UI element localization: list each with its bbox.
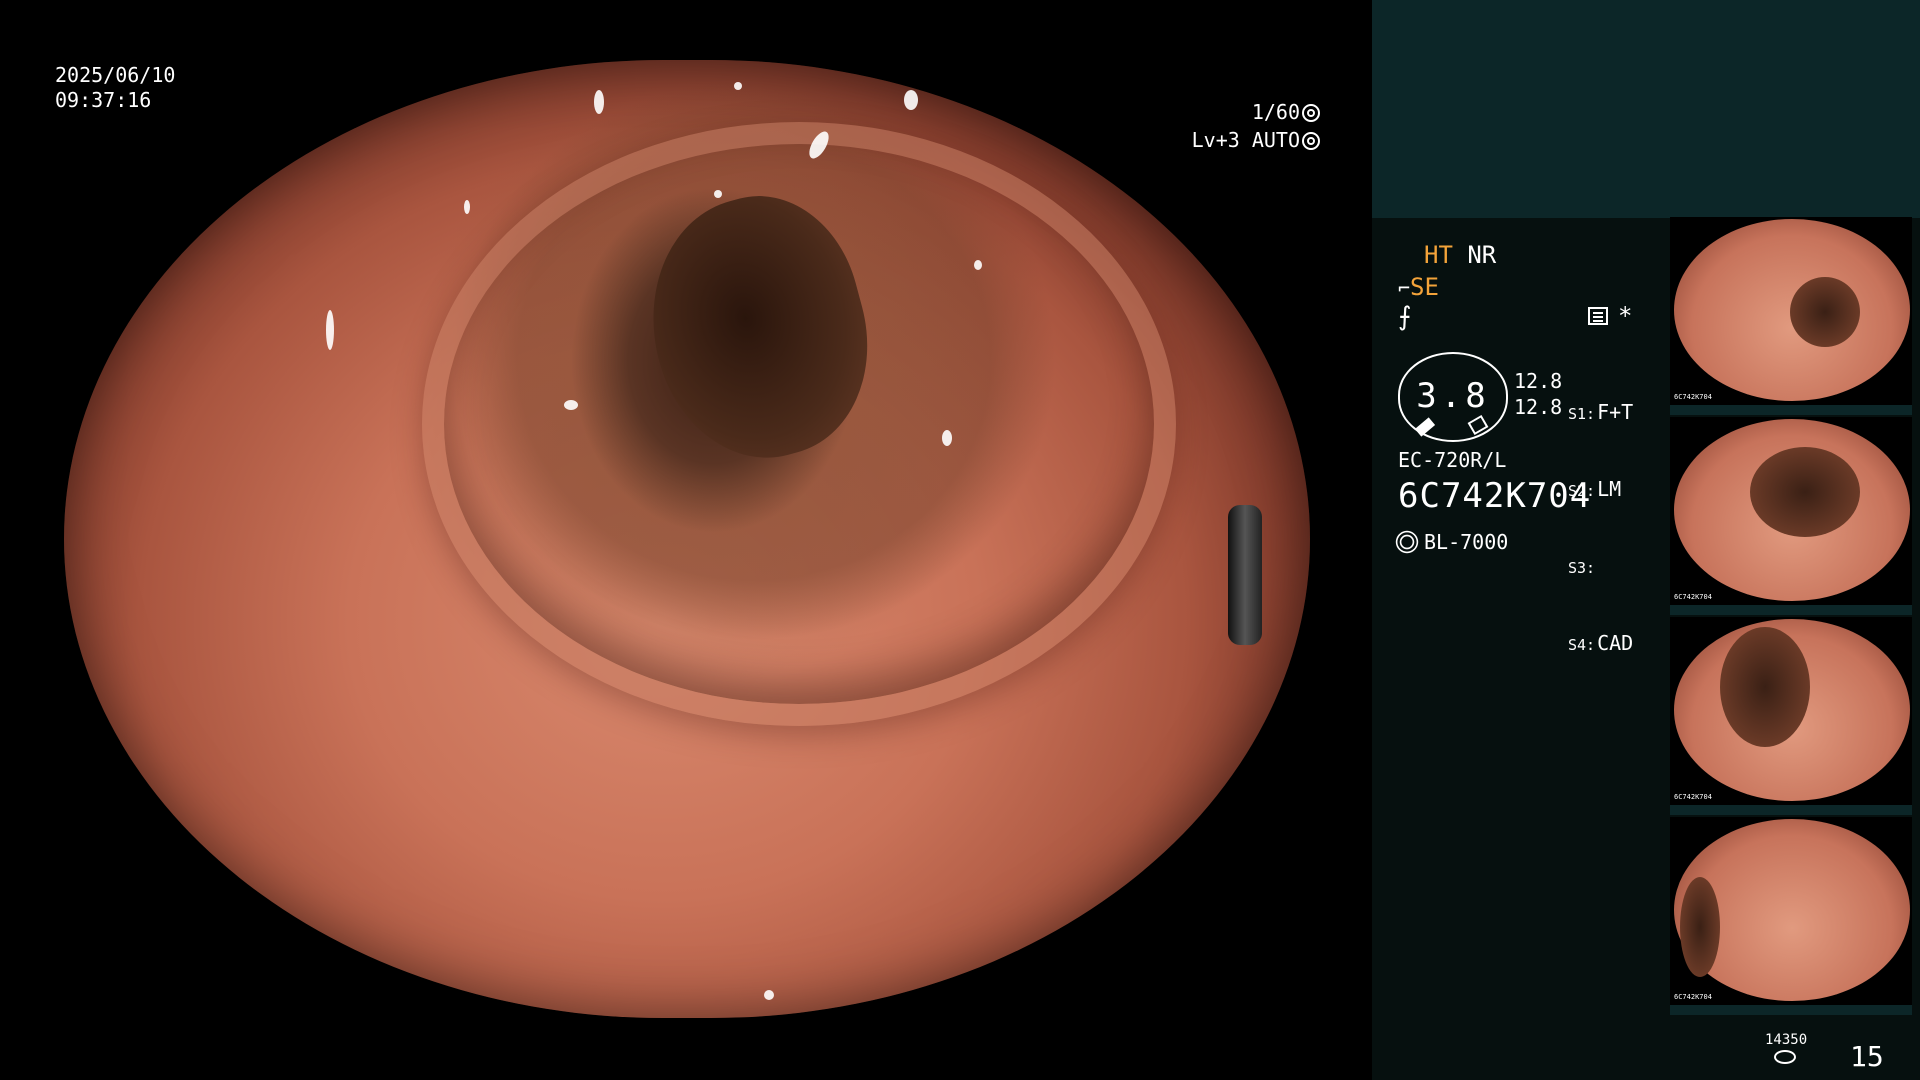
thumbnail[interactable]: 6C742K704 14	[1670, 217, 1912, 415]
mode-text: AUTO	[1251, 128, 1300, 152]
nr-indicator: NR	[1467, 241, 1497, 269]
instrument-clip	[1228, 505, 1262, 645]
se-indicator: SE	[1410, 273, 1439, 301]
level-text: Lv+3	[1191, 128, 1240, 152]
colon-lumen-image	[64, 60, 1310, 1018]
light-source-icon	[1399, 534, 1415, 550]
scope-model: EC-720R/L	[1398, 448, 1507, 472]
light-reflection	[904, 90, 918, 110]
thumbnail-serial: 6C742K704	[1674, 793, 1712, 801]
storage-icon	[1774, 1050, 1796, 1064]
thumbnail-lumen	[1790, 277, 1860, 347]
gauge-marker-right	[1467, 414, 1489, 436]
thumbnail-index: 13	[1900, 605, 1910, 614]
light-reflection	[734, 82, 742, 90]
light-reflection	[594, 90, 604, 114]
switch-key: S4:	[1568, 636, 1596, 654]
switch-value: LM	[1597, 477, 1622, 501]
date-text: 2025/06/10	[55, 63, 176, 87]
light-reflection	[326, 310, 334, 350]
switch-assignments: S1: F+T S2: LM S3: S4: CAD	[1568, 350, 1640, 708]
panel-header-band	[1372, 0, 1920, 218]
thumbnail-lumen	[1750, 447, 1860, 537]
ht-indicator: HT	[1424, 241, 1453, 269]
freeze-row: ⨍	[1398, 302, 1412, 332]
status-panel: HT NR ⌐SE ⨍ * 3.8 12.8 12.8 S1: F+T S2: LM…	[1372, 0, 1920, 1080]
thumbnail-lumen	[1680, 877, 1720, 977]
freeze-icon: ⨍	[1398, 302, 1412, 332]
iris-icon	[1302, 132, 1320, 150]
storage-capacity: 14350	[1765, 1032, 1808, 1048]
time-text: 09:37:16	[55, 88, 152, 112]
switch-row: S3:	[1568, 554, 1640, 581]
gauge-readouts: 12.8 12.8	[1514, 368, 1562, 420]
gauge-value: 3.8	[1416, 376, 1490, 416]
exposure-overlay: 1/60 Lv+3 AUTO	[1180, 98, 1320, 154]
pressure-gauge: 3.8	[1398, 352, 1508, 442]
gauge-top-value: 12.8	[1514, 369, 1563, 393]
gauge-marker-left	[1414, 417, 1436, 437]
gauge-bottom-value: 12.8	[1514, 395, 1563, 419]
thumbnail[interactable]: 6C742K704 12	[1670, 617, 1912, 815]
light-reflection	[564, 400, 578, 410]
thumbnail-serial: 6C742K704	[1674, 993, 1712, 1001]
light-reflection	[974, 260, 982, 270]
switch-value: F+T	[1597, 400, 1634, 424]
light-reflection	[464, 200, 470, 214]
structure-icon: ⌐	[1398, 276, 1411, 300]
light-reflection	[714, 190, 722, 198]
thumbnail[interactable]: 6C742K704 13	[1670, 417, 1912, 615]
thumbnail-index: 14	[1900, 405, 1910, 414]
thumbnail-lumen	[1720, 627, 1810, 747]
switch-value: CAD	[1597, 631, 1634, 655]
shutter-icon	[1302, 104, 1320, 122]
switch-key: S3:	[1568, 559, 1596, 577]
light-reflection	[764, 990, 774, 1000]
thumbnail-serial: 6C742K704	[1674, 393, 1712, 401]
thumbnail-index: 12	[1900, 805, 1910, 814]
light-source-row: BL-7000	[1398, 530, 1508, 554]
switch-row: S1: F+T	[1568, 400, 1640, 427]
shutter-text: 1/60	[1251, 100, 1300, 124]
scope-serial: 6C742K704	[1398, 476, 1592, 516]
datetime-overlay: 2025/06/10 09:37:16	[55, 63, 175, 113]
star-icon: *	[1618, 302, 1633, 330]
endoscope-live-view: 2025/06/10 09:37:16 1/60 Lv+3 AUTO	[0, 0, 1372, 1080]
light-source-label: BL-7000	[1424, 530, 1509, 554]
thumbnail-index: 11	[1900, 1005, 1910, 1014]
thumbnail-serial: 6C742K704	[1674, 593, 1712, 601]
enhancement-row: HT NR	[1424, 240, 1496, 270]
image-count: 15	[1850, 1040, 1884, 1073]
thumbnail[interactable]: 6C742K704 11	[1670, 817, 1912, 1015]
light-reflection	[942, 430, 952, 446]
se-row: ⌐SE	[1398, 272, 1439, 303]
menu-icon	[1588, 307, 1608, 325]
switch-row: S4: CAD	[1568, 631, 1640, 658]
switch-key: S1:	[1568, 405, 1596, 423]
